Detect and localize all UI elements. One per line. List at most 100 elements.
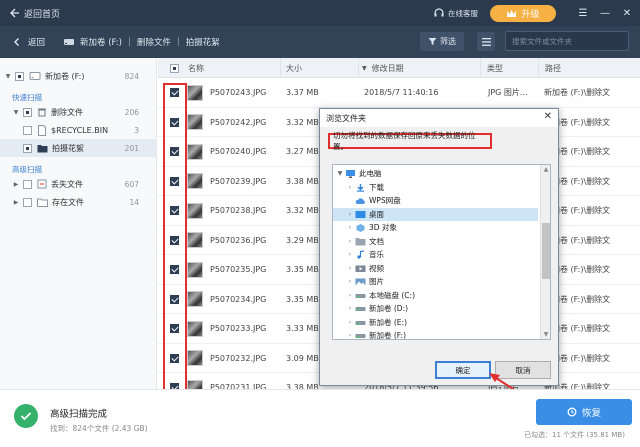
- select-all-checkbox-cell[interactable]: [170, 58, 179, 78]
- caret-down-icon[interactable]: ▼: [4, 73, 12, 80]
- tree-item[interactable]: WPS网盘: [333, 194, 538, 208]
- upgrade-button[interactable]: 升级: [490, 4, 556, 22]
- scroll-thumb[interactable]: [542, 223, 550, 279]
- chevron-right-icon[interactable]: ›: [345, 211, 355, 218]
- column-header-name[interactable]: 名称: [188, 58, 204, 78]
- filter-label: 筛选: [440, 37, 456, 46]
- document-icon: [38, 124, 46, 136]
- caret-right-icon[interactable]: ▶: [12, 199, 20, 206]
- tree-item[interactable]: › 本地磁盘 (C:): [333, 289, 538, 303]
- tree-item-label: 新加卷 (D:): [369, 304, 409, 314]
- section-label-deep-scan: 高级扫描: [12, 165, 42, 174]
- file-size: 3.38 MB: [286, 176, 319, 186]
- tree-item[interactable]: › 音乐: [333, 248, 538, 262]
- tree-item-label: 视频: [369, 263, 384, 273]
- select-all-checkbox[interactable]: [170, 63, 179, 73]
- back-home-button[interactable]: 返回首页: [8, 7, 60, 20]
- chevron-right-icon[interactable]: ›: [345, 184, 355, 191]
- tree-scrollbar[interactable]: ▲ ▼: [540, 165, 550, 339]
- caret-down-icon[interactable]: ▼: [12, 109, 20, 116]
- sidebar-item-lost[interactable]: ▶ 丢失文件 607: [0, 175, 157, 193]
- tree-item[interactable]: › 文档: [333, 235, 538, 249]
- table-row[interactable]: P5070243.JPG 3.37 MB 2018/5/7 11:40:16 JPG …: [158, 78, 640, 108]
- chevron-right-icon[interactable]: ›: [345, 292, 355, 299]
- column-header-modified[interactable]: ▼ 修改日期: [358, 58, 480, 78]
- breadcrumb-drive[interactable]: 新加卷 (F:): [80, 36, 122, 48]
- video-folder-icon: [355, 265, 366, 272]
- tree-item[interactable]: › 新加卷 (D:): [333, 302, 538, 316]
- tree-item[interactable]: › 桌面: [333, 207, 538, 221]
- view-menu-button[interactable]: [477, 32, 495, 51]
- chevron-right-icon[interactable]: ›: [345, 278, 355, 285]
- search-input[interactable]: 搜索文件或文件夹: [505, 31, 629, 51]
- sidebar-item-deleted[interactable]: ▼ 删除文件 206: [0, 103, 157, 121]
- sort-down-icon: ▼: [362, 64, 367, 72]
- chevron-right-icon[interactable]: ›: [345, 305, 355, 312]
- image-thumbnail: [187, 261, 203, 278]
- tree-item[interactable]: › 视频: [333, 262, 538, 276]
- tree-item[interactable]: › 新加卷 (F:): [333, 329, 538, 339]
- sidebar-item-existing[interactable]: ▶ 存在文件 14: [0, 193, 157, 211]
- ok-button[interactable]: 确定: [435, 361, 491, 379]
- drive-checkbox[interactable]: [15, 71, 24, 81]
- cancel-button[interactable]: 取消: [495, 361, 551, 379]
- item-count: 201: [124, 143, 139, 153]
- ok-label: 确定: [455, 365, 471, 375]
- column-header-size[interactable]: 大小: [280, 58, 358, 78]
- chevron-right-icon[interactable]: ›: [345, 238, 355, 245]
- breadcrumb-deleted[interactable]: 删除文件: [137, 36, 171, 48]
- scroll-down-icon[interactable]: ▼: [541, 331, 550, 338]
- tree-item[interactable]: › 3D 对象: [333, 221, 538, 235]
- sidebar-item-label: 存在文件: [52, 197, 84, 207]
- recover-button[interactable]: 恢复: [536, 399, 632, 425]
- download-icon: [357, 183, 364, 192]
- back-button[interactable]: 返回: [12, 36, 45, 48]
- table-header: 名称 大小 ▼ 修改日期 类型 路径: [158, 58, 640, 78]
- recycle-checkbox[interactable]: [23, 125, 32, 135]
- footage-checkbox[interactable]: [23, 143, 32, 153]
- chevron-right-icon[interactable]: ›: [345, 332, 355, 339]
- online-support-button[interactable]: 在线客服: [433, 7, 478, 19]
- image-thumbnail: [187, 232, 203, 248]
- column-header-type[interactable]: 类型: [480, 58, 538, 78]
- sidebar-item-recycle-bin[interactable]: $RECYCLE.BIN 3: [0, 121, 157, 139]
- breadcrumb-separator: |: [127, 37, 131, 47]
- close-icon[interactable]: ✕: [618, 8, 636, 19]
- menu-icon[interactable]: ☰: [574, 8, 592, 19]
- deleted-checkbox[interactable]: [23, 107, 32, 117]
- existing-checkbox[interactable]: [23, 197, 32, 207]
- sidebar-item-drive[interactable]: ▼ 新加卷 (F:) 824: [0, 67, 157, 85]
- breadcrumb-separator: |: [176, 37, 180, 47]
- column-header-path[interactable]: 路径: [538, 58, 561, 78]
- tree-item[interactable]: › 新加卷 (E:): [333, 316, 538, 330]
- chevron-right-icon[interactable]: ›: [345, 265, 355, 272]
- lost-file-icon: [37, 179, 47, 189]
- tree-item[interactable]: ▼ 此电脑: [333, 167, 538, 181]
- sidebar-item-footage[interactable]: 拍摄花絮 201: [0, 139, 157, 157]
- chevron-right-icon[interactable]: ›: [345, 319, 355, 326]
- drive-icon: [64, 39, 75, 45]
- document-folder-icon: [355, 237, 366, 246]
- folder-tree[interactable]: ▼ 此电脑 › 下载 WPS网盘 › 桌面 › 3D 对象 › 文档 › 音乐 › 视频 › 图片 › 本地磁盘 (…: [332, 164, 551, 340]
- tree-item-label: 新加卷 (E:): [369, 317, 408, 327]
- minimize-icon[interactable]: —: [596, 8, 614, 19]
- chevron-down-icon[interactable]: ▼: [335, 170, 345, 177]
- chevron-right-icon[interactable]: ›: [345, 224, 355, 231]
- lost-checkbox[interactable]: [23, 179, 32, 189]
- breadcrumb-footage[interactable]: 拍摄花絮: [186, 36, 220, 48]
- tree-item[interactable]: › 下载: [333, 181, 538, 195]
- file-size: 3.33 MB: [286, 324, 319, 333]
- filter-button[interactable]: 筛选: [420, 32, 464, 51]
- back-label: 返回: [28, 38, 46, 48]
- scroll-up-icon[interactable]: ▲: [541, 166, 550, 173]
- search-placeholder: 搜索文件或文件夹: [512, 36, 572, 46]
- chevron-right-icon[interactable]: ›: [345, 251, 355, 258]
- file-type: JPG 图片...: [488, 88, 528, 97]
- selected-info: 已勾选：11 个文件 (35.81 MB): [524, 431, 625, 439]
- folder-icon: [37, 144, 48, 152]
- caret-right-icon[interactable]: ▶: [12, 181, 20, 188]
- close-icon[interactable]: ✕: [544, 111, 552, 122]
- tree-item-label: WPS网盘: [369, 196, 401, 206]
- tree-item[interactable]: › 图片: [333, 275, 538, 289]
- drive-icon: [29, 72, 41, 80]
